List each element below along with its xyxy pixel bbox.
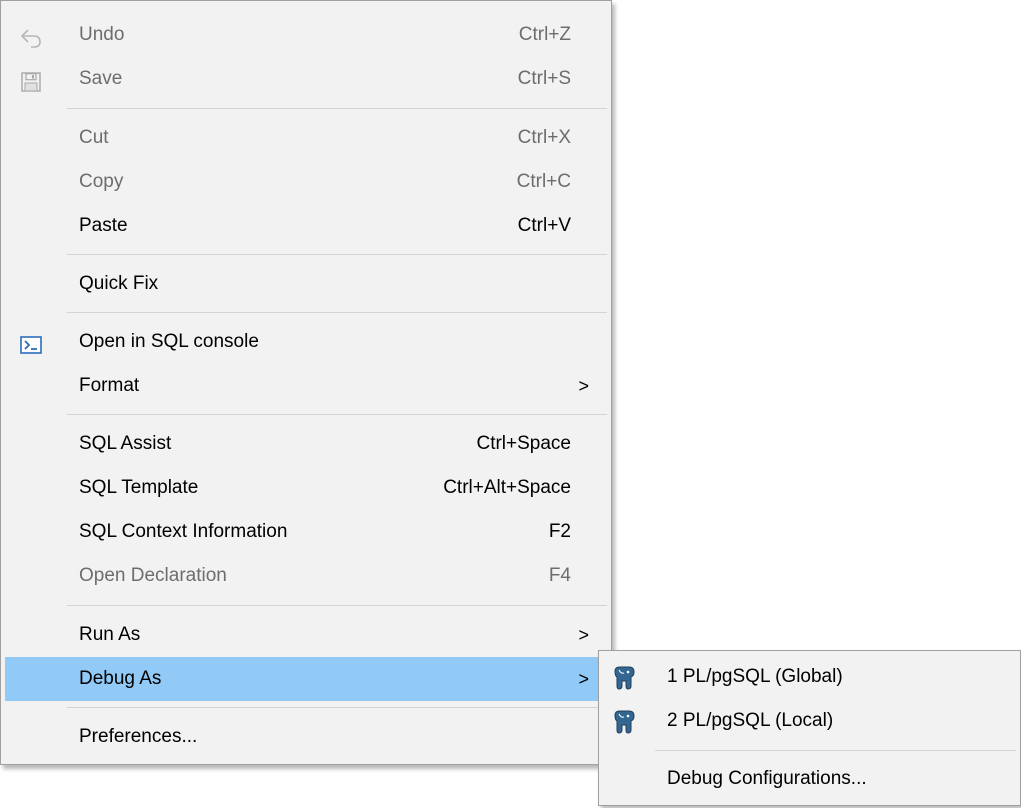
menu-item-sql-assist[interactable]: SQL Assist Ctrl+Space (5, 422, 607, 466)
menu-item-label: Paste (79, 215, 128, 236)
submenu-item-debug-configurations[interactable]: Debug Configurations... (603, 757, 1016, 801)
menu-item-copy[interactable]: Copy Ctrl+C (5, 160, 607, 204)
menu-item-label: Copy (79, 171, 124, 192)
menu-item-shortcut: Ctrl+S (517, 68, 571, 89)
submenu-item-label: 2 PL/pgSQL (Local) (667, 710, 834, 731)
postgresql-elephant-icon (611, 664, 637, 690)
menu-item-sql-context-information[interactable]: SQL Context Information F2 (5, 510, 607, 554)
menu-item-label: Debug As (79, 668, 162, 689)
menu-item-quick-fix[interactable]: Quick Fix (5, 262, 607, 306)
menu-item-shortcut: Ctrl+V (517, 215, 571, 236)
menu-item-label: Cut (79, 127, 109, 148)
menu-item-label: Open in SQL console (79, 331, 259, 352)
submenu-item-label: Debug Configurations... (667, 768, 867, 789)
menu-item-shortcut: Ctrl+Z (518, 24, 571, 45)
menu-item-shortcut: Ctrl+Alt+Space (443, 477, 571, 498)
menu-item-save[interactable]: Save Ctrl+S (5, 57, 607, 101)
menu-separator (67, 312, 607, 313)
postgresql-elephant-icon (611, 708, 637, 734)
submenu-item-label: 1 PL/pgSQL (Global) (667, 666, 843, 687)
menu-item-label: Save (79, 68, 123, 89)
menu-item-label: SQL Context Information (79, 521, 288, 542)
menu-item-paste[interactable]: Paste Ctrl+V (5, 204, 607, 248)
menu-item-shortcut: Ctrl+X (517, 127, 571, 148)
menu-item-sql-template[interactable]: SQL Template Ctrl+Alt+Space (5, 466, 607, 510)
menu-separator (67, 108, 607, 109)
save-icon (19, 67, 43, 92)
menu-item-format[interactable]: Format > (5, 364, 607, 408)
menu-item-label: Preferences... (79, 726, 198, 747)
menu-separator (67, 414, 607, 415)
menu-item-label: Open Declaration (79, 565, 227, 586)
menu-item-label: SQL Template (79, 477, 199, 498)
menu-item-preferences[interactable]: Preferences... (5, 715, 607, 759)
context-menu: Undo Ctrl+Z Save Ctrl+S Cut Ctrl+X Copy … (0, 0, 612, 765)
menu-item-run-as[interactable]: Run As > (5, 613, 607, 657)
menu-item-label: Format (79, 375, 140, 396)
menu-item-shortcut: F2 (548, 521, 571, 542)
menu-item-label: Run As (79, 624, 141, 645)
menu-item-open-in-sql-console[interactable]: Open in SQL console (5, 320, 607, 364)
menu-item-undo[interactable]: Undo Ctrl+Z (5, 13, 607, 57)
menu-item-label: Undo (79, 24, 125, 45)
menu-item-label: SQL Assist (79, 433, 172, 454)
menu-item-shortcut: Ctrl+Space (476, 433, 571, 454)
menu-item-shortcut: F4 (548, 565, 571, 586)
debug-as-submenu: 1 PL/pgSQL (Global) 2 PL/pgSQL (Local) D… (598, 650, 1021, 806)
menu-item-cut[interactable]: Cut Ctrl+X (5, 116, 607, 160)
undo-icon (19, 23, 43, 48)
menu-separator (655, 750, 1016, 751)
submenu-item-plpgsql-global[interactable]: 1 PL/pgSQL (Global) (603, 655, 1016, 699)
chevron-right-icon: > (578, 669, 589, 689)
menu-item-shortcut: Ctrl+C (516, 171, 571, 192)
menu-item-label: Quick Fix (79, 273, 159, 294)
menu-separator (67, 254, 607, 255)
sql-console-icon (19, 330, 43, 354)
menu-item-open-declaration[interactable]: Open Declaration F4 (5, 554, 607, 598)
submenu-item-plpgsql-local[interactable]: 2 PL/pgSQL (Local) (603, 699, 1016, 743)
chevron-right-icon: > (578, 376, 589, 396)
chevron-right-icon: > (578, 625, 589, 645)
menu-separator (67, 605, 607, 606)
menu-item-debug-as[interactable]: Debug As > (5, 657, 607, 701)
menu-separator (67, 707, 607, 708)
